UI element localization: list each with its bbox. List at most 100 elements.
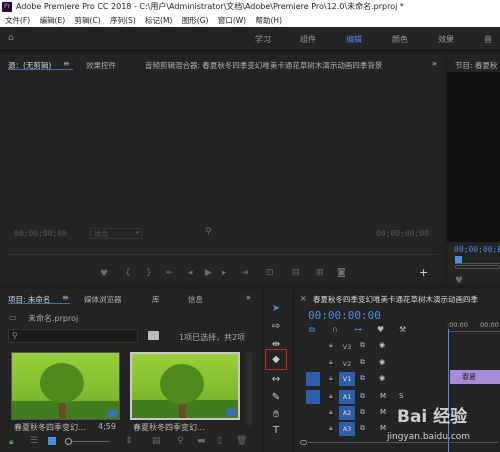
v3-label[interactable]: V3 (339, 340, 355, 354)
overwrite-icon[interactable]: ⊟ (292, 268, 300, 278)
pen-tool-icon[interactable]: ✎ (269, 391, 283, 405)
a2-lock-icon[interactable]: 🔒︎ (329, 408, 333, 417)
lock-icon[interactable]: 🔒︎ (9, 437, 13, 447)
workspace-assembly[interactable]: 组件 (300, 34, 316, 45)
trash-icon[interactable]: 🗑︎ (236, 436, 247, 446)
timeline-timecode[interactable]: 00:00:00:00 (308, 309, 381, 322)
menu-edit[interactable]: 编辑(E) (40, 16, 66, 25)
a1-sync-icon[interactable]: ⧉ (360, 392, 365, 401)
project-overflow-icon[interactable]: » (246, 293, 251, 302)
selection-tool-icon[interactable]: ➤ (269, 302, 283, 316)
menu-graphics[interactable]: 图形(G) (182, 16, 209, 25)
type-tool-icon[interactable]: T (269, 424, 283, 438)
a2-sync-icon[interactable]: ⧉ (360, 408, 365, 417)
a1-lock-icon[interactable]: 🔒︎ (329, 392, 333, 401)
video-clip[interactable]: 春夏 (450, 370, 500, 384)
in-point-icon[interactable]: { (125, 268, 131, 278)
panel-menu-icon[interactable]: ≡ (63, 59, 70, 68)
step-back-icon[interactable]: ◂ (188, 268, 193, 278)
sort-icon[interactable]: ⇕ (125, 436, 133, 446)
a3-label[interactable]: A3 (339, 422, 355, 436)
search-input[interactable]: ⚲ (8, 329, 138, 343)
wrench-icon[interactable]: ⚲ (205, 227, 212, 237)
track-select-tool-icon[interactable]: ⇨ (269, 320, 283, 334)
sequence-tab[interactable]: 春夏秋冬四季变幻唯美卡通花草树木演示动画四季 (313, 294, 499, 305)
v1-sync-icon[interactable]: ⧉ (360, 374, 365, 383)
clip-caption[interactable]: 春夏秋冬四季变幻... (14, 422, 94, 433)
zoom-slider-handle[interactable] (65, 438, 72, 445)
home-icon[interactable]: ⌂ (8, 33, 14, 43)
a3-lock-icon[interactable]: 🔒︎ (329, 424, 333, 433)
slip-tool-icon[interactable]: ↔ (269, 373, 283, 387)
v2-label[interactable]: V2 (339, 357, 355, 371)
add-marker-icon[interactable]: ♥ (377, 325, 384, 334)
workspace-color[interactable]: 颜色 (392, 34, 408, 45)
a1-label[interactable]: A1 (339, 390, 355, 404)
settings-wrench-icon[interactable]: ⚒ (399, 325, 406, 334)
menu-file[interactable]: 文件(F) (5, 16, 30, 25)
menu-clip[interactable]: 剪辑(C) (75, 16, 101, 25)
a1-target[interactable] (306, 390, 320, 404)
find-icon[interactable]: ⚲ (177, 436, 184, 446)
list-view-icon[interactable]: ☰ (30, 436, 38, 446)
nest-icon[interactable]: ⧉ (309, 325, 315, 335)
camera-icon[interactable]: ◙ (337, 268, 346, 278)
tab-info[interactable]: 信息 (188, 294, 203, 305)
marker-icon[interactable]: ♥ (100, 269, 108, 279)
v1-lock-icon[interactable]: 🔒︎ (329, 374, 333, 383)
step-forward-icon[interactable]: ▸ (222, 268, 227, 278)
tab-audio-mixer[interactable]: 音频剪辑混合器: 春夏秋冬四季变幻唯美卡通花草树木演示动画四季背景 (145, 60, 425, 71)
clip-thumbnail[interactable] (11, 352, 120, 420)
go-to-out-icon[interactable]: ⇥ (241, 268, 249, 278)
new-bin-icon[interactable]: ▬ (197, 436, 206, 446)
project-menu-icon[interactable]: ≡ (62, 293, 69, 302)
v2-sync-icon[interactable]: ⧉ (360, 358, 365, 367)
tab-libraries[interactable]: 库 (152, 294, 160, 305)
icon-view-icon[interactable] (48, 437, 56, 445)
menu-sequence[interactable]: 序列(S) (110, 16, 136, 25)
workspace-effects[interactable]: 效果 (438, 34, 454, 45)
zoom-select[interactable]: 适合 ▾ (90, 228, 142, 239)
linked-selection-icon[interactable]: ⊶ (354, 325, 362, 334)
v2-eye-icon[interactable]: ◉ (379, 358, 385, 366)
menu-window[interactable]: 窗口(W) (218, 16, 246, 25)
v3-sync-icon[interactable]: ⧉ (360, 341, 365, 350)
insert-icon[interactable]: ⊡ (266, 268, 274, 278)
v2-lock-icon[interactable]: 🔒︎ (329, 358, 333, 367)
export-frame-icon[interactable]: ⊞ (316, 268, 324, 278)
out-point-icon[interactable]: } (146, 268, 152, 278)
snap-icon[interactable]: ∩ (332, 325, 338, 334)
play-icon[interactable]: ▶ (205, 268, 212, 278)
tab-effect-controls[interactable]: 效果控件 (86, 60, 116, 71)
menu-help[interactable]: 帮助(H) (256, 16, 283, 25)
v1-label[interactable]: V1 (339, 372, 355, 386)
tab-media-browser[interactable]: 媒体浏览器 (84, 294, 122, 305)
v3-eye-icon[interactable]: ◉ (379, 341, 385, 349)
sequence-caption[interactable]: 春夏秋冬四季变幻... (133, 422, 237, 433)
hscroll-handle[interactable] (300, 440, 307, 445)
sequence-thumbnail[interactable] (130, 352, 240, 420)
razor-tool-icon[interactable]: ◆ (269, 353, 283, 367)
go-to-in-icon[interactable]: ⇤ (166, 268, 174, 278)
a3-sync-icon[interactable]: ⧉ (360, 424, 365, 433)
workspace-editing[interactable]: 编辑 (346, 34, 362, 45)
new-bin-search-icon[interactable] (148, 331, 159, 340)
new-item-icon[interactable]: ▤ (152, 436, 161, 446)
source-timecode[interactable]: 00;00;00;00 (14, 229, 67, 238)
source-scrubber[interactable] (8, 254, 438, 255)
v1-target[interactable] (306, 372, 320, 386)
program-marker-icon[interactable]: ♥ (455, 276, 463, 286)
workspace-learning[interactable]: 学习 (255, 34, 271, 45)
overflow-chevron-icon[interactable]: » (432, 59, 437, 68)
program-timecode[interactable]: 00;00;00;00 (454, 245, 500, 254)
add-button-icon[interactable]: + (419, 266, 428, 279)
close-tab-icon[interactable]: × (300, 294, 307, 303)
hand-tool-icon[interactable]: ✋︎ (269, 408, 283, 422)
new-item-page-icon[interactable]: ▯ (217, 436, 222, 446)
timeline-ruler[interactable] (448, 331, 500, 337)
program-title[interactable]: 节目: 春夏秋 (455, 60, 497, 71)
workspace-audio[interactable]: 音 (484, 34, 492, 45)
v3-lock-icon[interactable]: 🔒︎ (329, 341, 333, 350)
menu-marker[interactable]: 标记(M) (145, 16, 172, 25)
project-scrollbar[interactable] (246, 351, 252, 426)
